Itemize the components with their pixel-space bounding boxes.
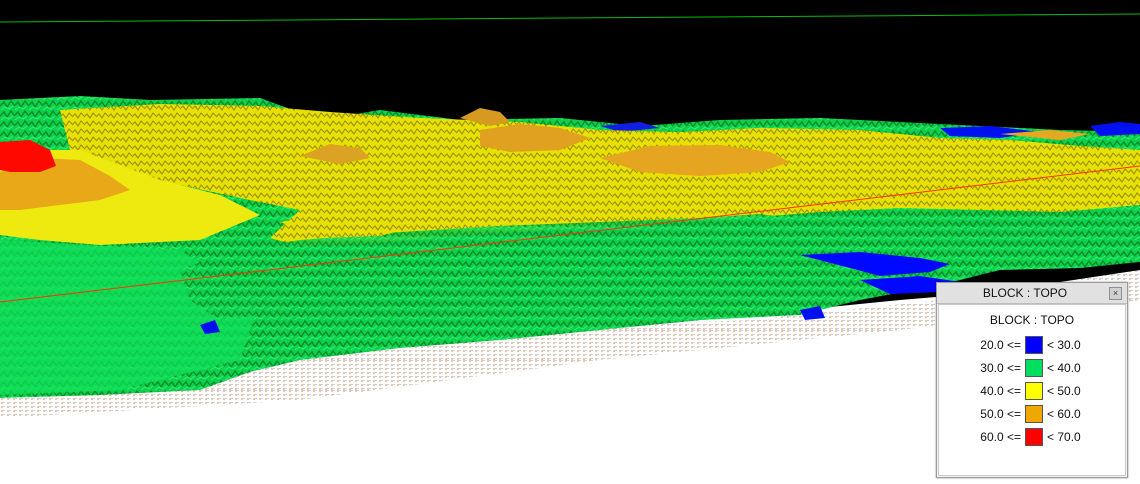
legend-item: 40.0 <= < 50.0 [939,382,1125,400]
legend-heading: BLOCK : TOPO [989,313,1075,327]
legend-item-high: < 40.0 [1047,361,1081,375]
legend-swatch [1025,336,1043,354]
legend-item: 30.0 <= < 40.0 [939,359,1125,377]
legend-item-high: < 70.0 [1047,430,1081,444]
legend-swatch [1025,428,1043,446]
legend-item-high: < 50.0 [1047,384,1081,398]
legend-item-high: < 30.0 [1047,338,1081,352]
legend-item-low: 60.0 <= [980,430,1021,444]
legend-item-low: 30.0 <= [980,361,1021,375]
legend-window[interactable]: BLOCK : TOPO × BLOCK : TOPO 20.0 <= < 30… [936,282,1128,478]
horizon-line [0,13,1140,23]
legend-titlebar[interactable]: BLOCK : TOPO × [937,283,1127,304]
legend-item: 20.0 <= < 30.0 [939,336,1125,354]
legend-item: 50.0 <= < 60.0 [939,405,1125,423]
legend-swatch [1025,382,1043,400]
close-icon[interactable]: × [1109,287,1122,300]
legend-body: BLOCK : TOPO 20.0 <= < 30.0 30.0 <= < 40… [938,304,1126,476]
legend-swatch [1025,359,1043,377]
legend-item-low: 50.0 <= [980,407,1021,421]
legend-item-low: 40.0 <= [980,384,1021,398]
legend-item-low: 20.0 <= [980,338,1021,352]
legend-item-high: < 60.0 [1047,407,1081,421]
legend-item: 60.0 <= < 70.0 [939,428,1125,446]
legend-window-title: BLOCK : TOPO [982,286,1068,300]
legend-swatch [1025,405,1043,423]
